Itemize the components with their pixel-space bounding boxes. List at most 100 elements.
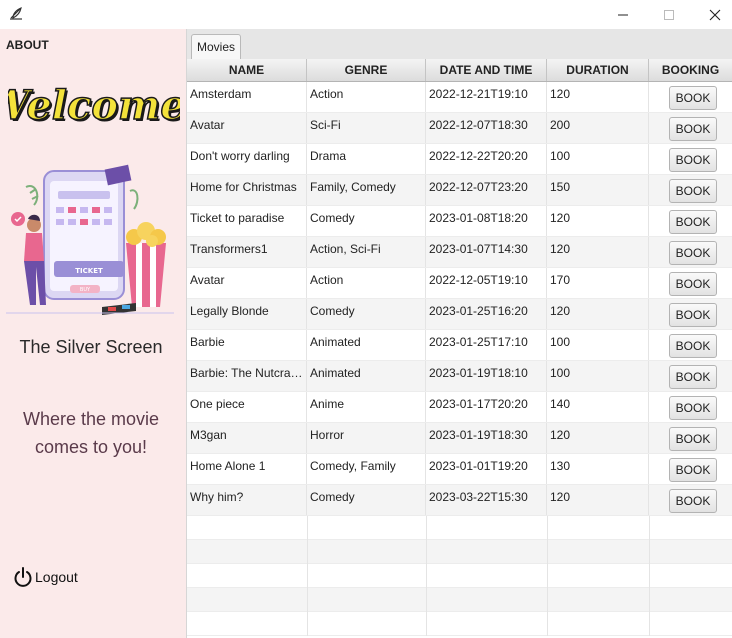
window-titlebar [0,0,732,29]
table-row[interactable]: Avatar Action 2022-12-05T19:10 170 BOOK [187,268,732,299]
tab-strip: Movies [187,29,732,59]
cell-name: Barbie [187,330,307,360]
cell-genre: Animated [307,330,426,360]
cell-name: Transformers1 [187,237,307,267]
table-row[interactable]: Avatar Sci-Fi 2022-12-07T18:30 200 BOOK [187,113,732,144]
table-row[interactable]: Legally Blonde Comedy 2023-01-25T16:20 120 B… [187,299,732,330]
book-button[interactable]: BOOK [669,427,717,451]
book-button[interactable]: BOOK [669,396,717,420]
table-row[interactable]: Amsterdam Action 2022-12-21T19:10 120 BOOK [187,82,732,113]
table-row[interactable]: Ticket to paradise Comedy 2023-01-08T18:20… [187,206,732,237]
book-button[interactable]: BOOK [669,365,717,389]
column-divider [426,612,427,636]
book-button[interactable]: BOOK [669,303,717,327]
column-divider [547,540,548,564]
book-button[interactable]: BOOK [669,272,717,296]
book-button[interactable]: BOOK [669,241,717,265]
column-divider [649,588,650,612]
empty-table-row [187,516,732,540]
cell-duration: 120 [547,206,649,236]
cell-genre: Animated [307,361,426,391]
table-row[interactable]: One piece Anime 2023-01-17T20:20 140 BOOK [187,392,732,423]
cell-genre: Drama [307,144,426,174]
table-row[interactable]: Transformers1 Action, Sci-Fi 2023-01-07T14… [187,237,732,268]
column-divider [426,540,427,564]
cell-datetime: 2023-01-08T18:20 [426,206,547,236]
cell-datetime: 2023-01-19T18:10 [426,361,547,391]
book-button[interactable]: BOOK [669,148,717,172]
minimize-button[interactable] [600,0,646,29]
column-divider [649,540,650,564]
cell-genre: Action, Sci-Fi [307,237,426,267]
cell-datetime: 2022-12-21T19:10 [426,82,547,112]
cell-duration: 140 [547,392,649,422]
cell-datetime: 2023-01-07T14:30 [426,237,547,267]
column-divider [426,564,427,588]
table-row[interactable]: Home for Christmas Family, Comedy 2022-12-… [187,175,732,206]
column-divider [307,516,308,540]
cell-genre: Sci-Fi [307,113,426,143]
column-header-duration[interactable]: DURATION [547,59,649,81]
tab-movies[interactable]: Movies [191,34,242,59]
book-button[interactable]: BOOK [669,458,717,482]
cell-genre: Comedy [307,206,426,236]
column-header-datetime[interactable]: DATE AND TIME [426,59,547,81]
cell-name: Why him? [187,485,307,515]
cell-duration: 120 [547,299,649,329]
cell-duration: 150 [547,175,649,205]
close-button[interactable] [692,0,732,29]
cell-name: One piece [187,392,307,422]
feather-icon [10,7,22,20]
minimize-icon [618,14,628,15]
book-button[interactable]: BOOK [669,86,717,110]
cell-duration: 120 [547,82,649,112]
cell-duration: 100 [547,330,649,360]
cell-datetime: 2022-12-22T20:20 [426,144,547,174]
cell-duration: 200 [547,113,649,143]
cell-name: Avatar [187,113,307,143]
book-button[interactable]: BOOK [669,179,717,203]
table-row[interactable]: Barbie: The Nutcrac... Animated 2023-01-19… [187,361,732,392]
cell-duration: 120 [547,423,649,453]
column-divider [649,564,650,588]
cell-datetime: 2022-12-07T18:30 [426,113,547,143]
book-button[interactable]: BOOK [669,489,717,513]
column-divider [547,564,548,588]
about-link[interactable]: ABOUT [6,38,49,52]
column-header-booking[interactable]: BOOKING [649,59,732,81]
maximize-button[interactable] [646,0,692,29]
empty-table-row [187,588,732,612]
maximize-icon [664,9,674,20]
table-row[interactable]: Barbie Animated 2023-01-25T17:10 100 BOOK [187,330,732,361]
ticket-text: TICKET [75,267,103,275]
table-header: NAME GENRE DATE AND TIME DURATION BOOKIN… [187,59,732,82]
close-icon [709,9,721,20]
cell-datetime: 2023-01-19T18:30 [426,423,547,453]
table-row[interactable]: Don't worry darling Drama 2022-12-22T20:20… [187,144,732,175]
cinema-illustration: TICKET BUY [6,164,174,315]
column-divider [649,516,650,540]
table-row[interactable]: M3gan Horror 2023-01-19T18:30 120 BOOK [187,423,732,454]
book-button[interactable]: BOOK [669,210,717,234]
book-button[interactable]: BOOK [669,334,717,358]
column-header-genre[interactable]: GENRE [307,59,426,81]
table-row[interactable]: Why him? Comedy 2023-03-22T15:30 120 BOOK [187,485,732,516]
logout-button[interactable]: Logout [12,566,78,588]
welcome-banner: Welcome! Welcome! [8,81,180,131]
buy-text: BUY [80,287,91,293]
cell-duration: 120 [547,237,649,267]
column-header-name[interactable]: NAME [187,59,307,81]
table-row[interactable]: Home Alone 1 Comedy, Family 2023-01-01T19:… [187,454,732,485]
brand-name: The Silver Screen [19,337,163,357]
cell-duration: 130 [547,454,649,484]
cell-genre: Comedy [307,299,426,329]
book-button[interactable]: BOOK [669,117,717,141]
column-divider [547,612,548,636]
column-divider [649,612,650,636]
column-divider [426,516,427,540]
cell-genre: Action [307,82,426,112]
cell-datetime: 2023-03-22T15:30 [426,485,547,515]
cell-genre: Action [307,268,426,298]
column-divider [307,588,308,612]
cell-datetime: 2023-01-25T16:20 [426,299,547,329]
